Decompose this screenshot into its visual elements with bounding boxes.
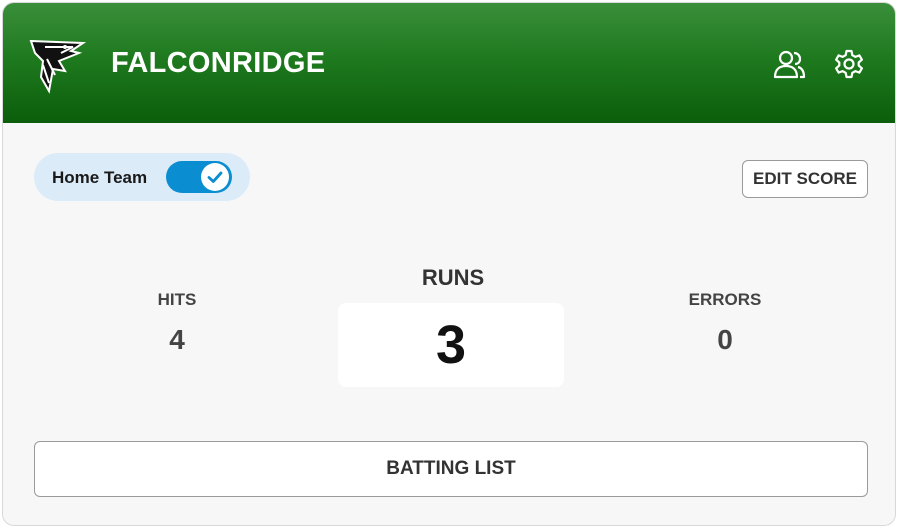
- home-team-switch[interactable]: [166, 161, 232, 193]
- home-team-toggle-group: Home Team: [34, 153, 250, 201]
- header-bar: FALCONRIDGE: [3, 3, 895, 123]
- users-icon: [773, 50, 806, 79]
- errors-label: ERRORS: [688, 290, 762, 309]
- switch-knob: [201, 163, 229, 191]
- hits-label: HITS: [157, 290, 197, 309]
- team-name: FALCONRIDGE: [111, 47, 326, 79]
- runs-box: 3: [338, 303, 564, 387]
- settings-button[interactable]: [831, 46, 867, 82]
- errors-value: 0: [717, 324, 733, 355]
- runs-label: RUNS: [421, 265, 485, 290]
- checkmark-icon: [207, 171, 223, 183]
- edit-score-button[interactable]: EDIT SCORE: [742, 160, 868, 198]
- users-button[interactable]: [771, 46, 807, 82]
- falcon-logo-icon: [25, 31, 89, 95]
- batting-list-button[interactable]: BATTING LIST: [34, 441, 868, 497]
- runs-value: 3: [435, 315, 467, 375]
- scoreboard-card: FALCONRIDGE Home Team EDIT SCORE HITS 4 …: [2, 2, 896, 526]
- hits-value: 4: [169, 324, 185, 355]
- home-team-label: Home Team: [52, 168, 148, 187]
- gear-icon: [835, 49, 863, 79]
